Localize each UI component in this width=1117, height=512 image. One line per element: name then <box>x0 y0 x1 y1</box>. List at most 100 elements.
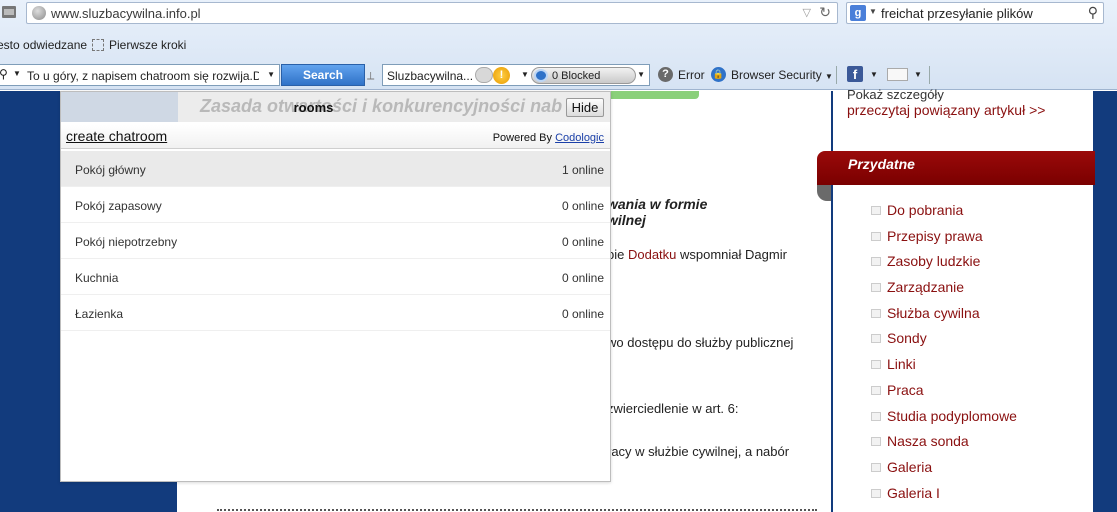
mail-icon[interactable] <box>887 68 908 81</box>
room-row[interactable]: Łazienka 0 online <box>61 295 610 331</box>
lock-icon[interactable]: 🔒 <box>711 67 726 82</box>
room-online-count: 0 online <box>561 199 604 213</box>
article-heading-line: wilnej <box>607 212 646 228</box>
room-name: Pokój zapasowy <box>75 199 162 213</box>
paragraph-4: racy w służbie cywilnej, a nabór <box>607 444 790 459</box>
powered-by-prefix: Powered By <box>492 132 556 144</box>
tab-list-icon[interactable] <box>2 6 16 18</box>
list-item[interactable]: Linki <box>871 356 1017 382</box>
bullet-icon <box>871 308 881 318</box>
search-engine-icon[interactable]: g <box>850 5 866 21</box>
list-item[interactable]: Do pobrania <box>871 202 1017 228</box>
bullet-icon <box>871 231 881 241</box>
list-item[interactable]: Przepisy prawa <box>871 228 1017 254</box>
facebook-icon[interactable]: f <box>847 66 863 82</box>
bullet-icon <box>871 283 881 293</box>
article-heading: wania w formie wilnej <box>607 196 707 228</box>
search-box[interactable]: g ▼ freichat przesyłanie plików ⚲ <box>846 2 1104 24</box>
toolbar-resize-handle-icon[interactable]: ⟂ <box>367 70 374 83</box>
list-item[interactable]: Zarządzanie <box>871 279 1017 305</box>
blocked-counter[interactable]: 0 Blocked <box>531 67 636 84</box>
room-name: Łazienka <box>75 307 124 321</box>
bookmark-label: Pierwsze kroki <box>109 38 187 52</box>
error-label[interactable]: Error <box>678 68 705 82</box>
list-item[interactable]: Nasza sonda <box>871 433 1017 459</box>
toolbar-search-icon: ⚲ <box>0 67 8 81</box>
mail-dropdown-icon[interactable]: ▼ <box>914 70 922 79</box>
list-item[interactable]: Galeria I <box>871 485 1017 511</box>
paragraph-text: wspomniał Dagmir <box>676 247 787 262</box>
room-online-count: 1 online <box>561 163 604 177</box>
rating-dropdown-icon[interactable]: ▼ <box>521 70 529 79</box>
room-online-count: 0 online <box>561 235 604 249</box>
list-item-label: Galeria I <box>887 484 940 501</box>
details-link[interactable]: Pokaż szczegóły <box>847 87 944 102</box>
codologic-link[interactable]: Codologic <box>555 132 604 144</box>
list-item[interactable]: Studia podyplomowe <box>871 408 1017 434</box>
toolbar-search-button[interactable]: Search <box>281 64 365 86</box>
list-item-label: Służba cywilna <box>887 304 980 321</box>
list-item-label: Nasza sonda <box>887 433 969 450</box>
list-item[interactable]: Służba cywilna <box>871 305 1017 331</box>
site-identity-icon[interactable] <box>32 6 46 20</box>
reload-icon[interactable]: ↻ <box>819 4 831 21</box>
bullet-icon <box>871 385 881 395</box>
search-engine-dropdown-icon[interactable]: ▼ <box>869 7 877 16</box>
help-icon[interactable]: ? <box>658 67 673 82</box>
hide-button[interactable]: Hide <box>566 98 604 117</box>
section-title: Przydatne <box>817 151 1095 185</box>
room-name: Kuchnia <box>75 271 119 285</box>
create-chatroom-link[interactable]: create chatroom <box>66 128 167 144</box>
address-bar[interactable]: www.sluzbacywilna.info.pl ▽ ↻ <box>26 2 838 24</box>
list-item-label: Praca <box>887 381 924 398</box>
site-name: Sluzbacywilna... <box>387 69 474 83</box>
list-item-label: Galeria <box>887 458 933 475</box>
toolbar-search-history-icon[interactable]: ▼ <box>267 70 275 79</box>
browser-security-label: Browser Security <box>731 68 822 82</box>
list-item[interactable]: Galeria <box>871 459 1017 485</box>
bookmark-most-visited[interactable]: esto odwiedzane <box>0 38 87 52</box>
facebook-dropdown-icon[interactable]: ▼ <box>870 70 878 79</box>
warning-icon[interactable]: ! <box>493 67 510 84</box>
room-row[interactable]: Pokój główny 1 online <box>61 151 610 187</box>
room-row[interactable]: Pokój zapasowy 0 online <box>61 187 610 223</box>
toolbar-search-text[interactable]: To u góry, z napisem chatroom się rozwij… <box>27 69 259 83</box>
room-online-count: 0 online <box>561 271 604 285</box>
article-heading-line: wania w formie <box>607 196 708 212</box>
list-item[interactable]: Praca <box>871 382 1017 408</box>
toolbar-search-dropdown-icon[interactable]: ▼ <box>13 69 21 78</box>
list-item-label: Zasoby ludzkie <box>887 253 981 270</box>
paragraph-2: wo dostępu do służby publicznej <box>607 335 794 350</box>
list-item-label: Linki <box>887 356 916 373</box>
paragraph-3: zwierciedlenie w art. 6: <box>607 401 739 416</box>
history-dropdown-icon[interactable]: ▽ <box>803 6 811 19</box>
site-dropdown-icon[interactable]: ▼ <box>637 70 645 79</box>
browser-security-menu[interactable]: Browser Security ▼ <box>731 68 833 82</box>
related-article-link[interactable]: przeczytaj powiązany artykuł >> <box>847 102 1045 118</box>
powered-by: Powered By Codologic <box>493 132 604 144</box>
list-item-label: Zarządzanie <box>887 279 965 296</box>
toolbar-divider <box>929 66 930 84</box>
list-item[interactable]: Zasoby ludzkie <box>871 253 1017 279</box>
bullet-icon <box>871 360 881 370</box>
toolbar-search-input[interactable]: ⚲ ▼ To u góry, z napisem chatroom się ro… <box>0 64 280 86</box>
search-query[interactable]: freichat przesyłanie plików <box>881 6 1033 21</box>
room-row[interactable]: Kuchnia 0 online <box>61 259 610 295</box>
magnifier-icon[interactable]: ⚲ <box>1088 4 1098 21</box>
list-item-label: Studia podyplomowe <box>887 407 1017 424</box>
bookmark-getting-started[interactable]: Pierwsze kroki <box>92 38 186 52</box>
list-item[interactable]: Sondy <box>871 330 1017 356</box>
dodatku-link[interactable]: Dodatku <box>628 247 676 262</box>
bullet-icon <box>871 462 881 472</box>
bullet-icon <box>871 206 881 215</box>
list-item-label: Sondy <box>887 330 927 347</box>
room-row[interactable]: Pokój niepotrzebny 0 online <box>61 223 610 259</box>
bullet-icon <box>871 437 881 447</box>
chatroom-header: Zasada otwartości i konkurencyjności nab… <box>61 92 610 122</box>
url-text[interactable]: www.sluzbacywilna.info.pl <box>51 6 201 21</box>
rating-icon[interactable] <box>475 67 493 83</box>
bookmark-folder-icon <box>92 39 104 51</box>
room-online-count: 0 online <box>561 307 604 321</box>
site-advisor-box[interactable]: Sluzbacywilna... ! ▼ 0 Blocked ▼ <box>382 64 650 86</box>
bullet-icon <box>871 334 881 344</box>
